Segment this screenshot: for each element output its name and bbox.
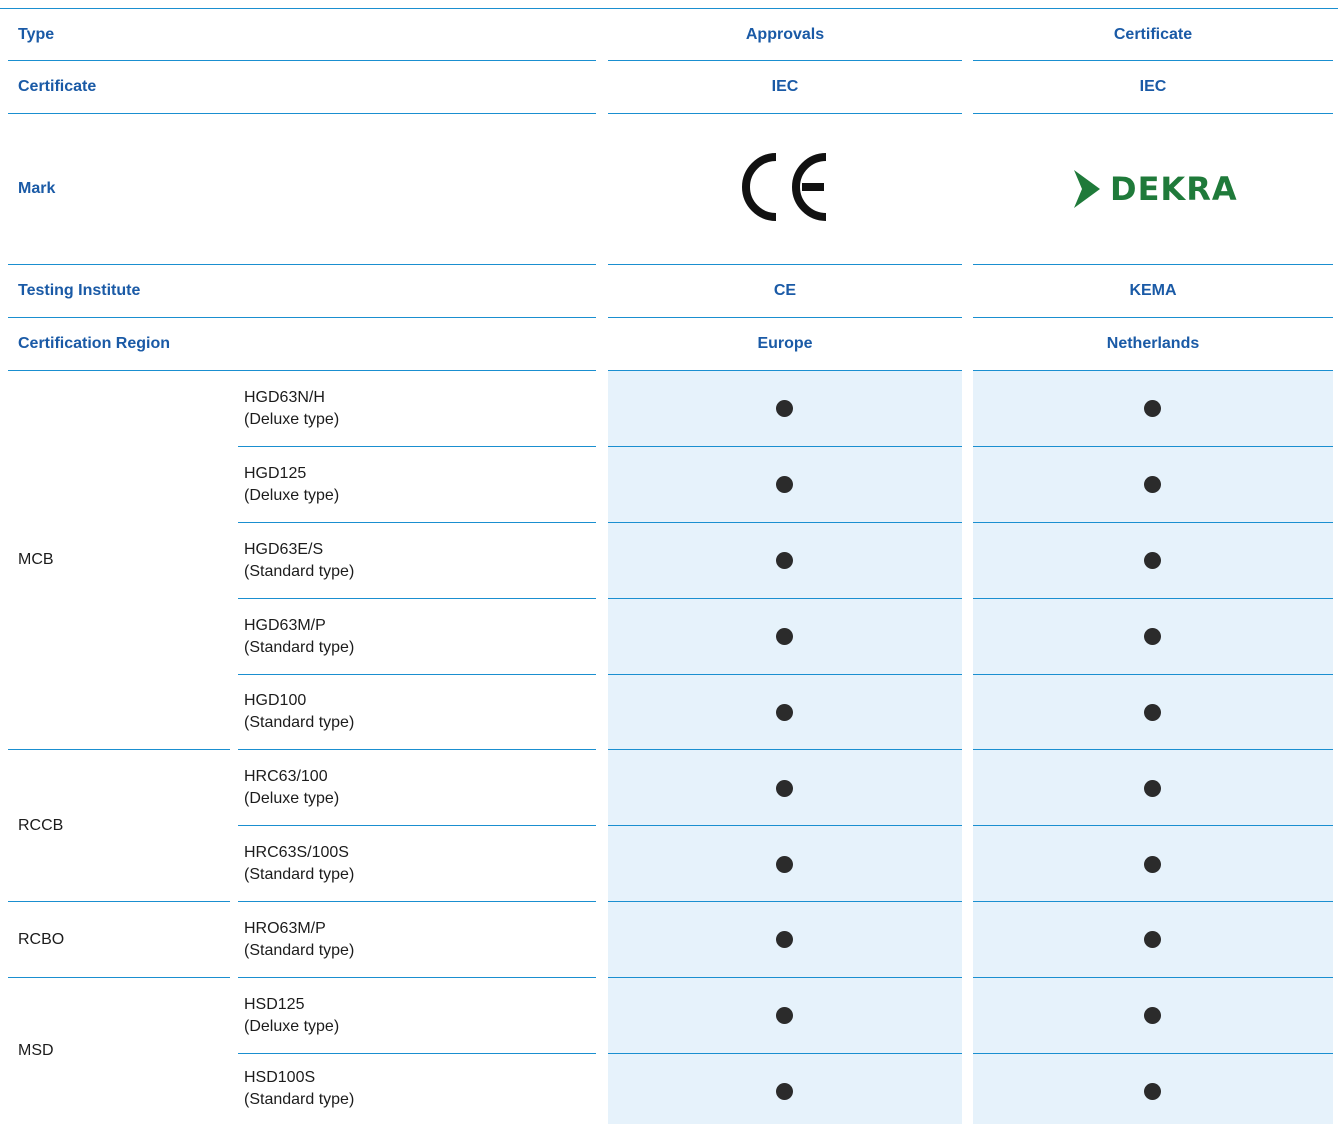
product-type: (Standard type) bbox=[244, 941, 355, 959]
product-model: HSD100S bbox=[244, 1069, 316, 1086]
product-row: HRC63/100 (Deluxe type) bbox=[0, 750, 840, 825]
product-model: HSD125 bbox=[244, 995, 305, 1013]
region-col2: Netherlands bbox=[1106, 335, 1200, 352]
approval-dot-ce bbox=[776, 400, 793, 417]
product-type: (Deluxe type) bbox=[244, 789, 340, 807]
product-model: HRC63S/100S bbox=[244, 843, 349, 861]
product-model: HGD63N/H bbox=[244, 388, 325, 406]
region-col1: Europe bbox=[757, 335, 813, 352]
approval-dot-kema bbox=[1144, 552, 1161, 569]
approval-dot-ce bbox=[776, 476, 793, 493]
approval-dot-ce bbox=[776, 628, 793, 645]
column-header-certificate: Certificate bbox=[1113, 25, 1193, 43]
column-header-approvals: Approvals bbox=[745, 25, 825, 43]
product-type: (Deluxe type) bbox=[244, 1017, 340, 1035]
approval-dot-ce bbox=[776, 552, 793, 569]
product-type: (Standard type) bbox=[244, 714, 355, 731]
product-row: HGD100 (Standard type) bbox=[0, 675, 840, 749]
product-model: HRO63M/P bbox=[244, 919, 326, 937]
product-row: HRC63S/100S (Standard type) bbox=[0, 826, 840, 901]
approval-dot-ce bbox=[776, 780, 793, 797]
certificate-col2: IEC bbox=[1139, 78, 1167, 95]
approval-dot-ce bbox=[776, 704, 793, 721]
product-row: HSD100S (Standard type) bbox=[0, 1054, 840, 1124]
product-row: HGD63N/H (Deluxe type) bbox=[0, 371, 840, 446]
approval-dot-kema bbox=[1144, 476, 1161, 493]
product-row: HSD125 (Deluxe type) bbox=[0, 978, 840, 1053]
product-model: HGD63E/S bbox=[244, 540, 324, 558]
product-type: (Standard type) bbox=[244, 865, 355, 883]
product-model: HGD63M/P bbox=[244, 616, 326, 634]
dekra-arrow-icon bbox=[1074, 170, 1100, 208]
row-region-label: Certification Region bbox=[18, 335, 171, 352]
row-type-label: Type bbox=[18, 25, 55, 43]
approval-dot-kema bbox=[1144, 628, 1161, 645]
dekra-mark-logo: DEKRA bbox=[1072, 168, 1238, 210]
product-type: (Standard type) bbox=[244, 1091, 355, 1108]
product-model: HGD125 bbox=[244, 464, 307, 482]
product-row: HRO63M/P (Standard type) bbox=[0, 902, 840, 977]
row-certificate-label: Certificate bbox=[18, 78, 97, 95]
approval-dot-ce bbox=[776, 856, 793, 873]
testing-institute-col1: CE bbox=[773, 282, 797, 299]
approval-dot-kema bbox=[1144, 704, 1161, 721]
product-type: (Deluxe type) bbox=[244, 486, 340, 504]
row-mark-label: Mark bbox=[18, 180, 56, 197]
testing-institute-col2: KEMA bbox=[1129, 282, 1177, 299]
product-type: (Standard type) bbox=[244, 638, 355, 656]
product-type: (Deluxe type) bbox=[244, 410, 340, 428]
approval-dot-kema bbox=[1144, 1083, 1161, 1100]
product-type: (Standard type) bbox=[244, 562, 355, 580]
row-testing-institute-label: Testing Institute bbox=[18, 282, 141, 299]
approval-dot-ce bbox=[776, 1083, 793, 1100]
approval-dot-kema bbox=[1144, 931, 1161, 948]
product-row: HGD125 (Deluxe type) bbox=[0, 447, 840, 522]
approval-dot-ce bbox=[776, 931, 793, 948]
approval-dot-kema bbox=[1144, 400, 1161, 417]
product-model: HRC63/100 bbox=[244, 767, 328, 785]
product-model: HGD100 bbox=[244, 692, 307, 709]
approval-dot-ce bbox=[776, 1007, 793, 1024]
product-row: HGD63M/P (Standard type) bbox=[0, 599, 840, 674]
product-row: HGD63E/S (Standard type) bbox=[0, 523, 840, 598]
certificate-col1: IEC bbox=[771, 78, 799, 95]
approval-dot-kema bbox=[1144, 1007, 1161, 1024]
approval-dot-kema bbox=[1144, 780, 1161, 797]
approval-dot-kema bbox=[1144, 856, 1161, 873]
ce-mark-logo bbox=[740, 152, 832, 227]
